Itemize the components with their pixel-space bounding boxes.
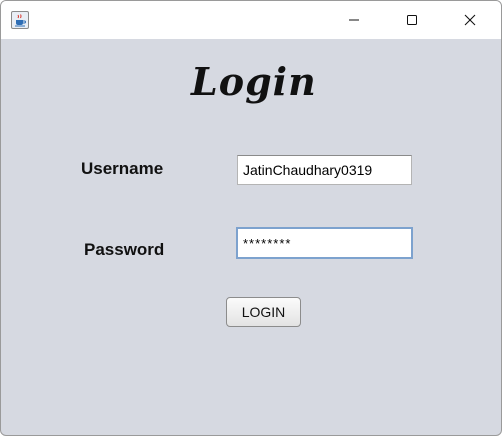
login-window: Login Username Password LOGIN (0, 0, 502, 436)
close-button[interactable] (447, 1, 493, 39)
login-button[interactable]: LOGIN (226, 297, 301, 327)
password-input[interactable] (236, 227, 413, 259)
close-icon (464, 14, 476, 26)
title-bar[interactable] (1, 1, 501, 39)
username-label: Username (81, 159, 164, 178)
minimize-icon (349, 19, 359, 21)
minimize-button[interactable] (331, 1, 377, 39)
password-label: Password (84, 240, 165, 259)
login-form: Login Username Password LOGIN (1, 39, 501, 435)
maximize-icon (407, 15, 417, 25)
username-input[interactable] (237, 155, 412, 185)
java-cup-icon[interactable] (11, 11, 29, 29)
maximize-button[interactable] (389, 1, 435, 39)
page-title: Login (191, 59, 317, 104)
